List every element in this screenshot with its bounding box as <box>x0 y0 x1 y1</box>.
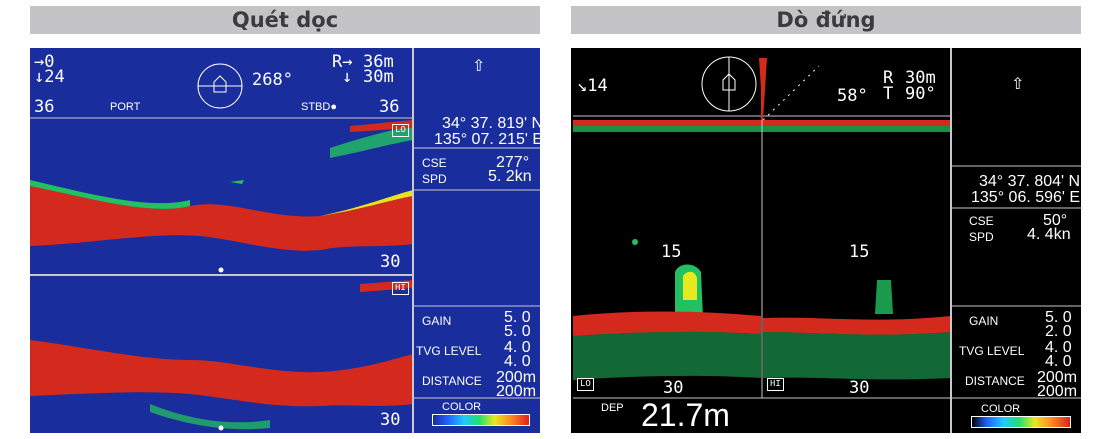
gain-label: GAIN <box>422 314 452 328</box>
tvg-value-hi: 4. 0 <box>504 353 531 370</box>
sonar-vertical-scan-screen: →0 ↓24 268° R→ 36m ↓ 30m 36 PORT STBD● 3… <box>30 48 540 433</box>
echo-sounder-screen: ↘14 58° R 30m T 90° 15 15 LO HI 30 30 DE… <box>571 48 1081 433</box>
upper-echo-panel <box>30 120 413 251</box>
color-scale-bar <box>971 416 1071 428</box>
latitude: 34° 37. 819' N <box>442 115 540 132</box>
dep-label: DEP <box>601 402 624 414</box>
gain-label: GAIN <box>969 314 999 328</box>
distance-value-hi: 200m <box>496 383 537 400</box>
stbd-range-number: 36 <box>379 97 400 117</box>
tvg-level-label: TVG LEVEL <box>959 344 1025 358</box>
bearing-readout: 268° <box>252 70 293 90</box>
panel-title-echo-sounder: Dò đứng <box>571 6 1081 34</box>
distance-label: DISTANCE <box>422 374 482 388</box>
spd-value: 5. 2kn <box>488 168 532 185</box>
depth-scale-left: 30 <box>663 378 684 398</box>
range-t-label: T <box>883 84 894 104</box>
arrow-down-readout: ↓24 <box>34 67 65 87</box>
distance-value-hi: 200m <box>1037 383 1078 400</box>
ship-heading-icon: ⇧ <box>472 56 486 75</box>
color-scale-bar <box>432 414 530 426</box>
spd-label: SPD <box>969 230 994 244</box>
longitude: 135° 06. 596' E <box>971 189 1081 206</box>
depth-scale-right: 30 <box>849 378 870 398</box>
lower-echo-panel <box>30 280 413 430</box>
depth-readout: 21.7m <box>641 397 730 433</box>
cse-label: CSE <box>969 214 994 228</box>
longitude: 135° 07. 215' E <box>434 131 540 148</box>
cse-label: CSE <box>422 156 447 170</box>
port-label: PORT <box>110 101 141 113</box>
range-t-value: 90° <box>905 84 936 104</box>
tilt-readout: ↘14 <box>577 76 608 96</box>
distance-label: DISTANCE <box>965 374 1025 388</box>
port-range-number: 36 <box>34 97 55 117</box>
tvg-level-label: TVG LEVEL <box>416 344 482 358</box>
panel-title-vertical-scan: Quét dọc <box>30 6 540 34</box>
tilt-angle-readout: 58° <box>837 86 868 106</box>
stbd-label: STBD● <box>301 101 337 113</box>
color-label: COLOR <box>981 403 1021 415</box>
hi-frequency-tag: HI <box>767 378 784 391</box>
range-down-value: 30m <box>363 67 394 87</box>
depth-mark-left: 15 <box>661 242 682 262</box>
color-label: COLOR <box>442 401 482 413</box>
spd-label: SPD <box>422 172 447 186</box>
range-down-label: ↓ <box>342 67 353 87</box>
depth-mark-right: 15 <box>849 242 870 262</box>
latitude: 34° 37. 804' N <box>979 173 1081 190</box>
hi-frequency-tag: HI <box>392 282 409 295</box>
tvg-value-hi: 4. 0 <box>1045 353 1072 370</box>
upper-depth-mark: 30 <box>380 252 401 272</box>
gain-value-hi: 2. 0 <box>1045 323 1072 340</box>
lower-depth-mark: 30 <box>380 410 401 430</box>
gain-value-hi: 5. 0 <box>504 323 531 340</box>
lo-frequency-tag: LO <box>392 124 409 137</box>
ship-heading-icon: ⇧ <box>1011 74 1025 93</box>
lo-frequency-tag: LO <box>577 378 594 391</box>
spd-value: 4. 4kn <box>1027 226 1071 243</box>
